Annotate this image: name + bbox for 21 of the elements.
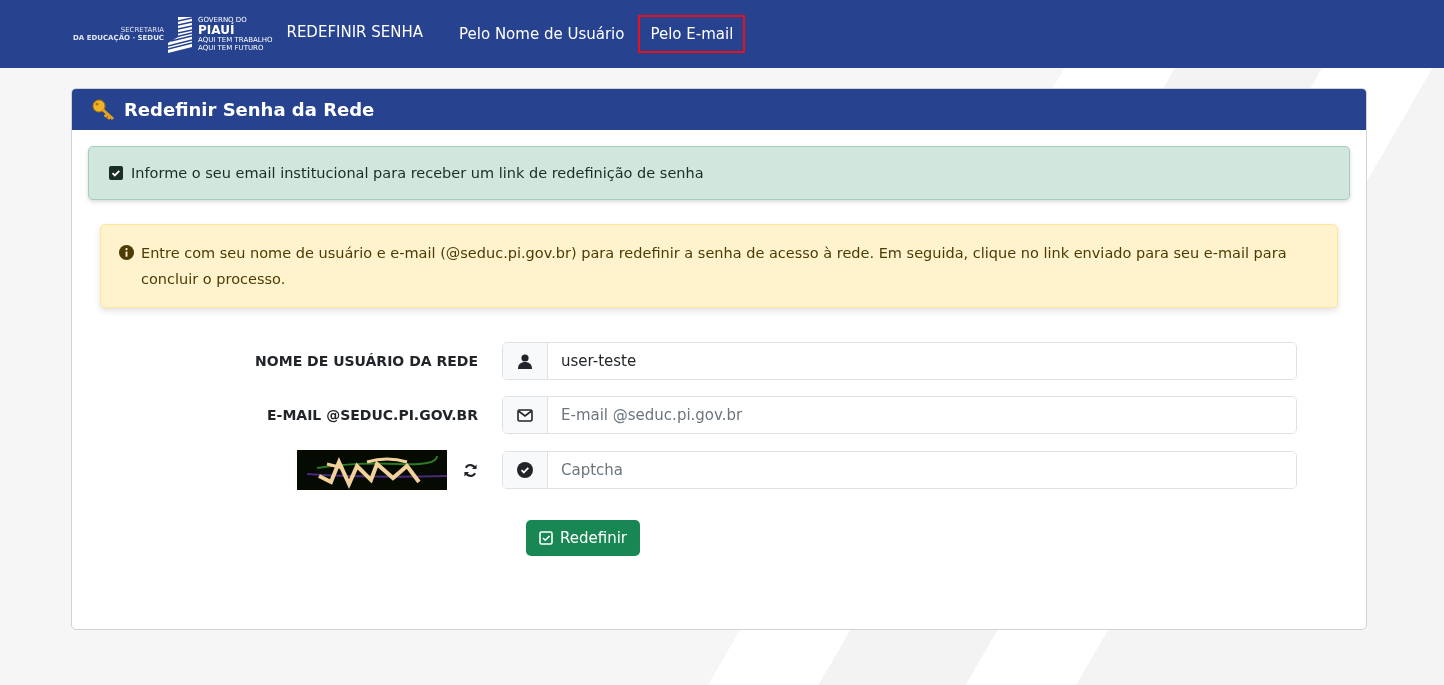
alert-text: Entre com seu nome de usuário e e-mail (@seduc.pi.gov.br) para redefinir a senha de acesso à rede. Em seguida, clique no link enviado para seu e-mail para concluir o processo. [141, 244, 1288, 289]
envelope-icon [517, 408, 533, 422]
field-label: E-MAIL @SEDUC.PI.GOV.BR [266, 407, 479, 423]
check-square-icon [539, 531, 553, 545]
field-label: NOME DE USUÁRIO DA REDE [254, 353, 479, 369]
nav-tab[interactable]: Pelo E-mail [638, 15, 746, 53]
user-icon [518, 353, 532, 369]
input-field[interactable]: user-teste [502, 342, 1297, 380]
input-field[interactable]: Captcha [502, 451, 1297, 489]
checkbox-icon [109, 166, 123, 180]
submit-button[interactable]: Redefinir [526, 520, 641, 556]
card-title: Redefinir Senha da Rede [124, 99, 375, 120]
refresh-icon[interactable] [463, 462, 478, 478]
input-field[interactable]: E-mail @seduc.pi.gov.br [502, 396, 1297, 434]
nav-tab[interactable]: Pelo Nome de Usuário [447, 15, 637, 53]
page-title: REDEFINIR SENHA [286, 23, 424, 43]
key-icon [92, 98, 116, 121]
alert-text: Informe o seu email institucional para receber um link de redefinição de senha [131, 165, 704, 181]
logo-icon [168, 15, 194, 53]
check-circle-icon [517, 462, 533, 478]
info-icon [119, 245, 134, 260]
